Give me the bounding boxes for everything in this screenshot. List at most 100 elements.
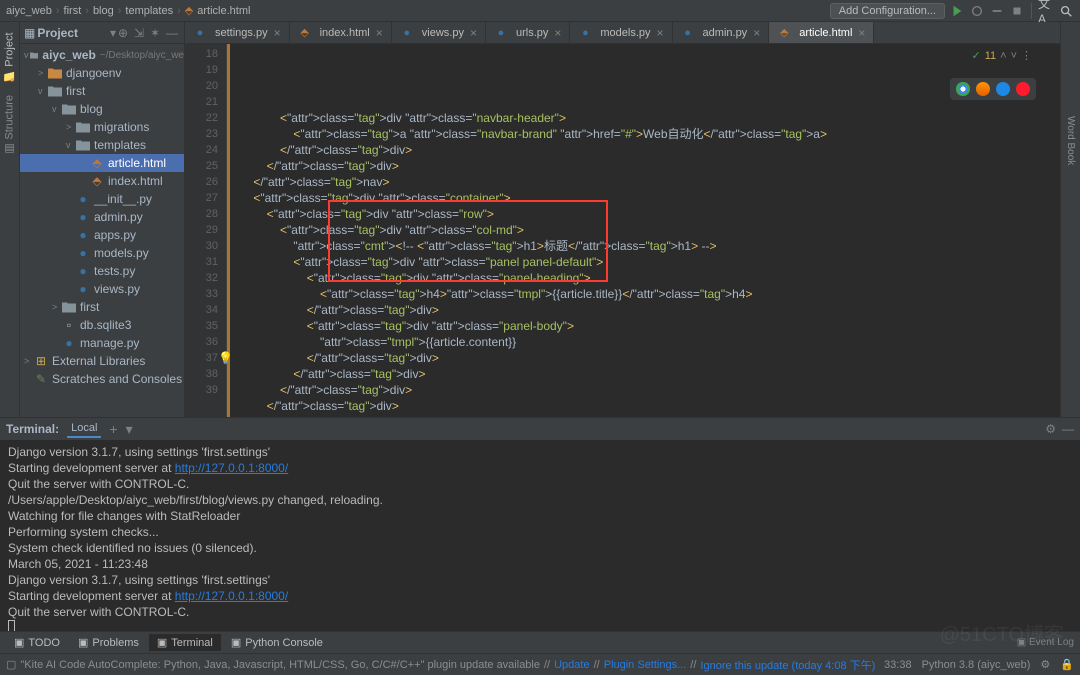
chevron-up-icon[interactable]: ˄ — [1000, 48, 1006, 64]
tree-item[interactable]: >⊞External Libraries — [20, 352, 184, 370]
chrome-icon[interactable] — [956, 82, 970, 96]
line-number[interactable]: 22 — [185, 110, 218, 126]
line-number[interactable]: 27 — [185, 190, 218, 206]
firefox-icon[interactable] — [976, 82, 990, 96]
interpreter-selector[interactable]: Python 3.8 (aiyc_web) — [922, 659, 1031, 671]
close-icon[interactable]: × — [376, 26, 383, 40]
status-link-ignore[interactable]: Ignore this update (today 4:08 下午) — [700, 657, 875, 673]
tree-item[interactable]: >migrations — [20, 118, 184, 136]
breadcrumb-file[interactable]: article.html — [197, 5, 250, 17]
line-number[interactable]: 35 — [185, 318, 218, 334]
line-number[interactable]: 19 — [185, 62, 218, 78]
terminal-dropdown-icon[interactable]: ▾ — [126, 421, 133, 438]
breadcrumb-item[interactable]: aiyc_web — [6, 5, 52, 17]
terminal-link[interactable]: http://127.0.0.1:8000/ — [175, 589, 288, 603]
editor-tab[interactable]: ⬘index.html× — [290, 22, 392, 43]
bottom-tab-python console[interactable]: ▣Python Console — [223, 634, 331, 651]
breadcrumb-item[interactable]: blog — [93, 5, 114, 17]
select-opened-icon[interactable]: ⊕ — [118, 26, 132, 40]
line-number[interactable]: 32 — [185, 270, 218, 286]
project-tool-tab[interactable]: 📁Project — [3, 32, 16, 83]
chevron-down-icon[interactable]: ˅ — [1011, 48, 1017, 64]
safari-icon[interactable] — [996, 82, 1010, 96]
debug-icon[interactable] — [969, 3, 985, 19]
close-icon[interactable]: × — [274, 26, 281, 40]
line-number[interactable]: 20 — [185, 78, 218, 94]
search-icon[interactable] — [1058, 3, 1074, 19]
new-terminal-icon[interactable]: + — [109, 421, 117, 437]
terminal-output[interactable]: Django version 3.1.7, using settings 'fi… — [0, 440, 1080, 632]
editor-tab[interactable]: ●admin.py× — [673, 22, 770, 43]
bottom-tab-problems[interactable]: ▣Problems — [70, 634, 147, 651]
more-icon[interactable] — [989, 3, 1005, 19]
line-number[interactable]: 23 — [185, 126, 218, 142]
line-number[interactable]: 25 — [185, 158, 218, 174]
expand-icon[interactable]: ⇲ — [134, 26, 148, 40]
intention-bulb-icon[interactable]: 💡 — [218, 350, 233, 366]
terminal-link[interactable]: http://127.0.0.1:8000/ — [175, 461, 288, 475]
event-log-button[interactable]: ▣ Event Log — [1017, 637, 1074, 648]
tree-item[interactable]: ✎Scratches and Consoles — [20, 370, 184, 388]
tree-item[interactable]: ●manage.py — [20, 334, 184, 352]
run-icon[interactable] — [949, 3, 965, 19]
inspection-widget[interactable]: ✓ 11 ˄ ˅ ⋮ — [971, 48, 1032, 64]
line-number[interactable]: 33 — [185, 286, 218, 302]
line-number[interactable]: 21 — [185, 94, 218, 110]
bottom-tab-terminal[interactable]: ▣Terminal — [149, 634, 221, 651]
terminal-hide-icon[interactable]: — — [1062, 422, 1074, 436]
tree-item[interactable]: >djangoenv — [20, 64, 184, 82]
tree-item[interactable]: ⬘article.html — [20, 154, 184, 172]
terminal-tab[interactable]: Local — [67, 420, 101, 438]
breadcrumb-item[interactable]: templates — [125, 5, 173, 17]
line-number[interactable]: 37 — [185, 350, 218, 366]
editor-tab[interactable]: ●models.py× — [570, 22, 672, 43]
structure-tool-tab[interactable]: ▤Structure — [3, 95, 16, 156]
line-number[interactable]: 26 — [185, 174, 218, 190]
lock-icon[interactable]: 🔒 — [1060, 658, 1074, 671]
close-icon[interactable]: × — [554, 26, 561, 40]
tree-item[interactable]: >first — [20, 298, 184, 316]
tree-item[interactable]: ●tests.py — [20, 262, 184, 280]
line-number[interactable]: 38 — [185, 366, 218, 382]
close-icon[interactable]: × — [470, 26, 477, 40]
tree-item[interactable]: ●models.py — [20, 244, 184, 262]
line-number[interactable]: 31 — [185, 254, 218, 270]
opera-icon[interactable] — [1016, 82, 1030, 96]
word-book-tab[interactable]: Word Book — [1065, 116, 1076, 165]
line-number[interactable]: 39 — [185, 382, 218, 398]
tree-item[interactable]: ●apps.py — [20, 226, 184, 244]
line-number[interactable]: 29 — [185, 222, 218, 238]
editor-tab[interactable]: ●urls.py× — [486, 22, 570, 43]
hide-icon[interactable]: — — [166, 26, 180, 40]
line-number[interactable]: 28 — [185, 206, 218, 222]
status-link-update[interactable]: Update — [554, 659, 589, 671]
terminal-settings-icon[interactable]: ⚙ — [1045, 422, 1056, 436]
translate-icon[interactable]: 文A — [1038, 3, 1054, 19]
line-number[interactable]: 36 — [185, 334, 218, 350]
windows-icon[interactable]: ▢ — [6, 658, 16, 671]
line-number[interactable]: 34 — [185, 302, 218, 318]
more-icon[interactable]: ⋮ — [1021, 48, 1032, 64]
tree-item[interactable]: ●__init__.py — [20, 190, 184, 208]
tree-item[interactable]: vtemplates — [20, 136, 184, 154]
tree-item[interactable]: ▫db.sqlite3 — [20, 316, 184, 334]
tree-root[interactable]: vaiyc_web~/Desktop/aiyc_we — [20, 46, 184, 64]
cursor-position[interactable]: 33:38 — [884, 659, 912, 671]
status-link-settings[interactable]: Plugin Settings... — [604, 659, 687, 671]
tree-item[interactable]: vfirst — [20, 82, 184, 100]
editor-tab[interactable]: ⬘article.html× — [769, 22, 874, 43]
line-number[interactable]: 24 — [185, 142, 218, 158]
close-icon[interactable]: × — [753, 26, 760, 40]
close-icon[interactable]: × — [657, 26, 664, 40]
stop-icon[interactable] — [1009, 3, 1025, 19]
editor-tab[interactable]: ●settings.py× — [185, 22, 290, 43]
line-number[interactable]: 18 — [185, 46, 218, 62]
breadcrumb-item[interactable]: first — [64, 5, 82, 17]
tree-item[interactable]: ⬘index.html — [20, 172, 184, 190]
tree-item[interactable]: ●admin.py — [20, 208, 184, 226]
tree-item[interactable]: vblog — [20, 100, 184, 118]
add-configuration-button[interactable]: Add Configuration... — [830, 3, 945, 19]
bottom-tab-todo[interactable]: ▣TODO — [6, 634, 68, 651]
close-icon[interactable]: × — [858, 26, 865, 40]
tree-item[interactable]: ●views.py — [20, 280, 184, 298]
